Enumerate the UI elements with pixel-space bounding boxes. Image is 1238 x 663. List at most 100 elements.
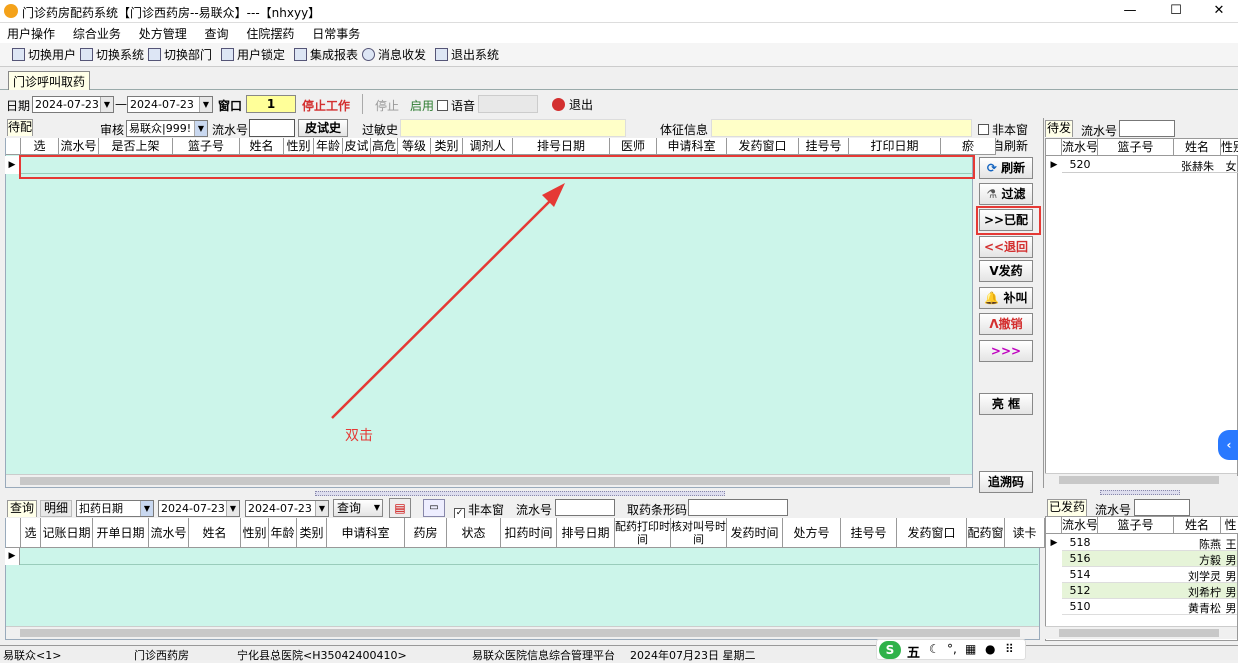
- waiting-grid[interactable]: [1045, 138, 1238, 476]
- barcode-input[interactable]: [688, 499, 788, 516]
- column-header[interactable]: 排号日期: [513, 138, 610, 155]
- enable-button[interactable]: 启用: [410, 97, 434, 114]
- column-header[interactable]: 读卡: [1005, 518, 1045, 548]
- recall-button[interactable]: 🔔 补叫: [979, 287, 1033, 309]
- switch-dept-button[interactable]: 切换部门: [148, 46, 212, 63]
- column-header[interactable]: 开单日期: [93, 518, 149, 548]
- column-header[interactable]: 发药时间: [727, 518, 783, 548]
- close-button[interactable]: ✕: [1196, 0, 1238, 23]
- column-header[interactable]: 处方号: [783, 518, 841, 548]
- audit-select[interactable]: 易联众|999! ▼: [126, 120, 208, 137]
- column-header[interactable]: 姓名: [1174, 517, 1221, 534]
- column-header[interactable]: 瘀: [941, 138, 996, 155]
- menu-inpatient[interactable]: 住院摆药: [239, 23, 301, 44]
- column-header[interactable]: 申请科室: [327, 518, 405, 548]
- stop-button[interactable]: 停止: [375, 97, 399, 114]
- column-header[interactable]: 等级: [398, 138, 431, 155]
- splitter[interactable]: [1100, 490, 1180, 495]
- column-header[interactable]: 排号日期: [557, 518, 615, 548]
- column-header[interactable]: 状态: [447, 518, 501, 548]
- query-button[interactable]: 查询 ▼: [333, 499, 383, 517]
- query-flow-input[interactable]: [555, 499, 615, 516]
- column-header[interactable]: 性别: [241, 518, 269, 548]
- splitter[interactable]: [315, 491, 725, 496]
- tab-detail[interactable]: 明细: [40, 500, 72, 517]
- chevron-left-icon[interactable]: ‹: [1218, 430, 1238, 460]
- window-number-field[interactable]: 1: [246, 95, 296, 113]
- minimize-button[interactable]: —: [1107, 0, 1153, 23]
- column-header[interactable]: 医师: [610, 138, 657, 155]
- column-header[interactable]: 性别: [284, 138, 314, 155]
- column-header[interactable]: 扣药时间: [501, 518, 557, 548]
- voice-checkbox[interactable]: 语音: [437, 97, 475, 114]
- switch-user-button[interactable]: 切换用户: [12, 46, 76, 63]
- message-button[interactable]: 消息收发: [362, 46, 426, 63]
- card-icon[interactable]: ▭: [423, 499, 445, 517]
- column-header[interactable]: 类别: [297, 518, 327, 548]
- print-icon[interactable]: ▤: [389, 498, 411, 518]
- column-header[interactable]: 记账日期: [41, 518, 93, 548]
- menu-user-ops[interactable]: 用户操作: [0, 23, 62, 44]
- column-header[interactable]: 年龄: [269, 518, 297, 548]
- query-date-to[interactable]: 2024-07-23 ▼: [245, 500, 329, 517]
- highlight-frame-button[interactable]: 亮 框: [979, 393, 1033, 415]
- column-header[interactable]: 流水号: [59, 138, 99, 155]
- menu-daily[interactable]: 日常事务: [305, 23, 367, 44]
- menu-business[interactable]: 综合业务: [66, 23, 128, 44]
- exit-button[interactable]: 退出: [552, 96, 593, 113]
- column-header[interactable]: 配药打印时间: [615, 518, 671, 548]
- send-drug-button[interactable]: V发药: [979, 260, 1033, 282]
- tab-pending[interactable]: 待配: [7, 119, 33, 136]
- column-header[interactable]: 药房: [405, 518, 447, 548]
- column-header[interactable]: 流水号: [1062, 517, 1098, 534]
- column-header[interactable]: 篮子号: [1098, 517, 1174, 534]
- tab-sent[interactable]: 已发药: [1047, 499, 1087, 516]
- column-header[interactable]: 高危: [371, 138, 398, 155]
- column-header[interactable]: 选: [21, 518, 41, 548]
- column-header[interactable]: 皮试: [343, 138, 371, 155]
- refresh-button[interactable]: ⟳ 刷新: [979, 157, 1033, 179]
- query-non-window-checkbox[interactable]: ✓ 非本窗: [454, 501, 504, 519]
- date-to-picker[interactable]: 2024-07-23 ▼: [127, 96, 213, 113]
- waiting-scrollbar[interactable]: [1045, 473, 1237, 486]
- column-header[interactable]: 调剂人: [463, 138, 513, 155]
- report-button[interactable]: 集成报表: [294, 46, 358, 63]
- column-header[interactable]: 篮子号: [173, 138, 240, 155]
- more-button[interactable]: >>>: [979, 340, 1033, 362]
- sent-scrollbar[interactable]: [1045, 626, 1237, 639]
- tab-call-dispense[interactable]: 门诊呼叫取药: [8, 71, 91, 90]
- exit-system-button[interactable]: 退出系统: [435, 46, 499, 63]
- tab-waiting[interactable]: 待发: [1045, 120, 1073, 137]
- query-date-from[interactable]: 2024-07-23 ▼: [158, 500, 240, 517]
- trace-code-button[interactable]: 追溯码: [979, 471, 1033, 493]
- column-header[interactable]: 挂号号: [799, 138, 849, 155]
- filter-button[interactable]: ⚗ 过滤: [979, 183, 1033, 205]
- menu-prescription[interactable]: 处方管理: [132, 23, 194, 44]
- column-header[interactable]: 姓名: [240, 138, 284, 155]
- flow-number-input[interactable]: [249, 119, 295, 137]
- column-header[interactable]: 发药窗口: [727, 138, 799, 155]
- horizontal-scrollbar[interactable]: [6, 474, 972, 487]
- query-scrollbar[interactable]: [6, 626, 1039, 639]
- ime-bar[interactable]: S 五 ☾ °, ▦ ● ⠿: [876, 639, 1026, 661]
- lock-user-button[interactable]: 用户锁定: [221, 46, 285, 63]
- column-header[interactable]: 篮子号: [1098, 139, 1174, 156]
- sent-flow-input[interactable]: [1134, 499, 1190, 516]
- column-header[interactable]: 申请科室: [657, 138, 727, 155]
- switch-system-button[interactable]: 切换系统: [80, 46, 144, 63]
- column-header[interactable]: 年龄: [314, 138, 343, 155]
- column-header[interactable]: 是否上架: [99, 138, 173, 155]
- column-header[interactable]: 发药窗口: [897, 518, 967, 548]
- date-mode-select[interactable]: 扣药日期 ▼: [76, 500, 154, 517]
- waiting-flow-input[interactable]: [1119, 120, 1175, 137]
- non-window-checkbox[interactable]: 非本窗: [978, 121, 1028, 138]
- maximize-button[interactable]: ☐: [1153, 0, 1199, 23]
- tab-query[interactable]: 查询: [7, 500, 37, 517]
- stop-work-button[interactable]: 停止工作: [302, 97, 350, 114]
- return-button[interactable]: <<退回: [979, 236, 1033, 258]
- column-header[interactable]: 流水号: [1062, 139, 1098, 156]
- column-header[interactable]: 性别: [1221, 139, 1238, 156]
- column-header[interactable]: 核对叫号时间: [671, 518, 727, 548]
- menu-query[interactable]: 查询: [198, 23, 236, 44]
- column-header[interactable]: 流水号: [149, 518, 189, 548]
